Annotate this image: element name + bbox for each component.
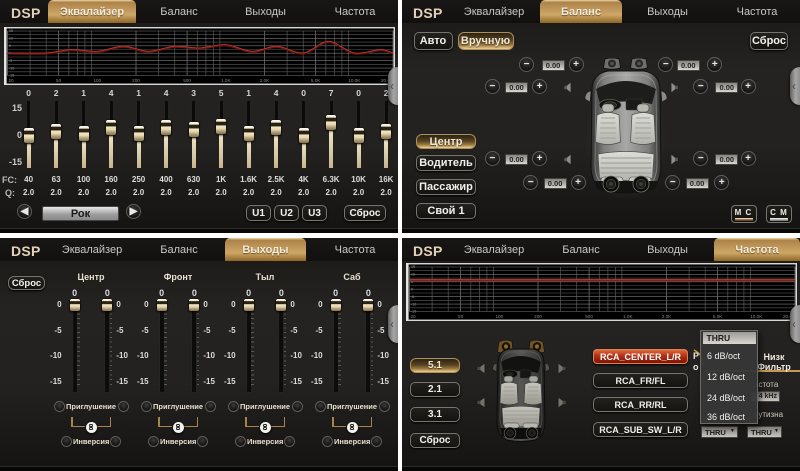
svg-text:1.0K: 1.0K [221, 78, 231, 83]
svg-text:5: 5 [9, 44, 11, 48]
svg-text:1.0K: 1.0K [623, 314, 633, 319]
svg-text:20: 20 [9, 78, 15, 83]
svg-text:10: 10 [9, 37, 13, 41]
svg-text:200: 200 [534, 314, 542, 319]
svg-text:-10: -10 [9, 66, 14, 70]
svg-text:100: 100 [495, 314, 503, 319]
svg-text:2.0K: 2.0K [662, 314, 672, 319]
svg-text:50: 50 [458, 314, 464, 319]
svg-text:200: 200 [132, 78, 140, 83]
svg-text:-10: -10 [411, 302, 416, 306]
svg-text:500: 500 [183, 78, 191, 83]
svg-text:15: 15 [9, 29, 13, 33]
svg-text:0: 0 [411, 287, 413, 291]
svg-text:10.0K: 10.0K [750, 314, 763, 319]
svg-text:100: 100 [93, 78, 101, 83]
svg-text:-5: -5 [411, 295, 414, 299]
svg-text:50: 50 [56, 78, 62, 83]
svg-text:-5: -5 [9, 59, 12, 63]
svg-text:500: 500 [585, 314, 593, 319]
svg-text:10: 10 [411, 273, 415, 277]
svg-text:5.0K: 5.0K [311, 78, 321, 83]
svg-text:2.0K: 2.0K [260, 78, 270, 83]
svg-text:5.0K: 5.0K [713, 314, 723, 319]
svg-text:10.0K: 10.0K [348, 78, 361, 83]
svg-text:15: 15 [411, 265, 415, 269]
svg-text:20: 20 [411, 314, 417, 319]
